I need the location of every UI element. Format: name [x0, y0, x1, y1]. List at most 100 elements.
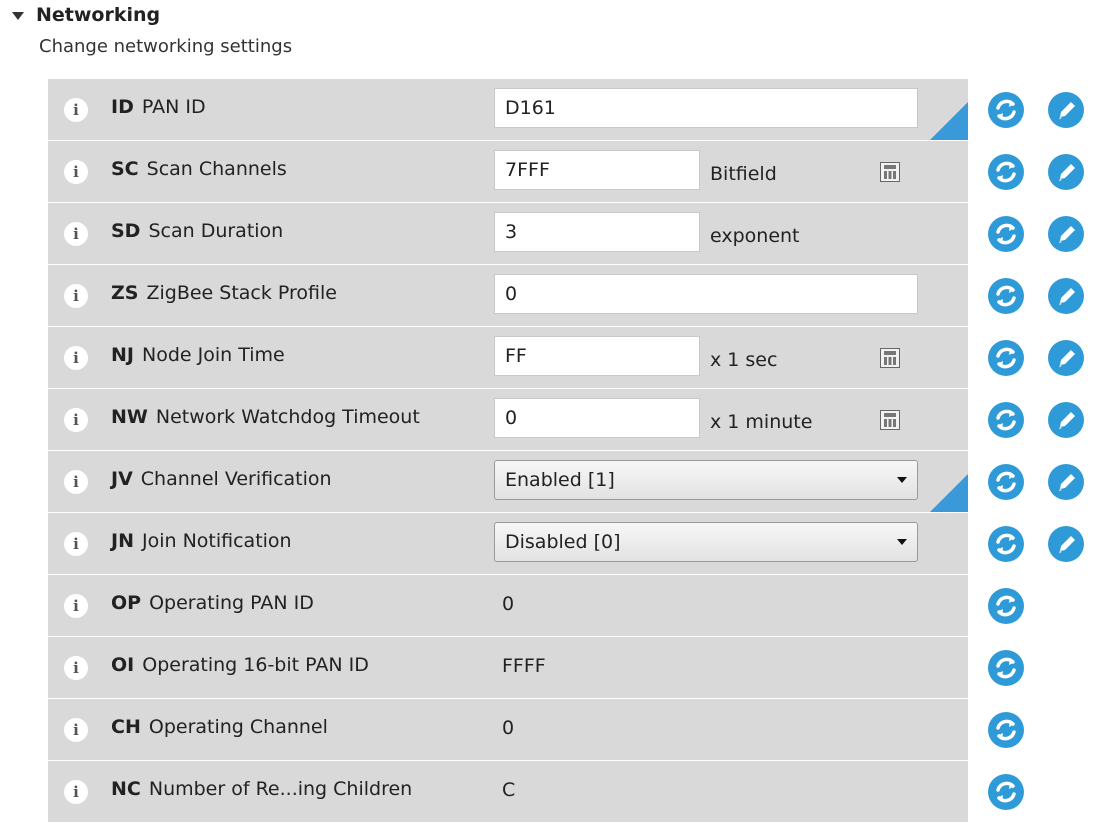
param-name: PAN ID [141, 96, 206, 118]
info-icon[interactable]: i [64, 408, 88, 432]
section-header[interactable]: Networking [12, 4, 160, 26]
setting-row-nw: i NW Network Watchdog Timeout 0 x 1 minute [48, 389, 968, 451]
param-name: Channel Verification [140, 468, 332, 490]
setting-row-ch: i CH Operating Channel 0 [48, 699, 968, 761]
refresh-icon[interactable] [988, 340, 1024, 376]
param-label: OP Operating PAN ID [111, 592, 314, 614]
setting-row-jn: i JN Join Notification Disabled [0] [48, 513, 968, 575]
write-icon[interactable] [1048, 278, 1084, 314]
setting-row-nc: i NC Number of Re...ing Children C [48, 761, 968, 823]
param-code: CH [111, 716, 141, 738]
info-icon[interactable]: i [64, 160, 88, 184]
param-code: ZS [111, 282, 139, 304]
value-input[interactable]: 0 [494, 398, 700, 438]
refresh-icon[interactable] [988, 650, 1024, 686]
param-name: Number of Re...ing Children [148, 778, 413, 800]
unit-label: x 1 sec [710, 349, 778, 371]
param-name: Operating 16-bit PAN ID [142, 654, 369, 676]
unit-label: exponent [710, 225, 800, 247]
unit-label: Bitfield [710, 163, 777, 185]
param-name: Scan Channels [146, 158, 287, 180]
calculator-icon[interactable] [880, 348, 900, 368]
write-icon[interactable] [1048, 92, 1084, 128]
refresh-icon[interactable] [988, 402, 1024, 438]
write-icon[interactable] [1048, 154, 1084, 190]
readonly-value: FFFF [502, 655, 546, 677]
collapse-triangle-icon[interactable] [12, 12, 24, 20]
param-code: SD [111, 220, 141, 242]
info-icon[interactable]: i [64, 594, 88, 618]
param-code: NC [111, 778, 141, 800]
param-code: OP [111, 592, 142, 614]
refresh-icon[interactable] [988, 154, 1024, 190]
refresh-icon[interactable] [988, 278, 1024, 314]
value-input[interactable]: 0 [494, 274, 918, 314]
refresh-icon[interactable] [988, 464, 1024, 500]
param-label: NC Number of Re...ing Children [111, 778, 412, 800]
refresh-icon[interactable] [988, 92, 1024, 128]
chevron-down-icon [897, 477, 907, 483]
info-icon[interactable]: i [64, 470, 88, 494]
value-select[interactable]: Disabled [0] [494, 522, 918, 562]
info-icon[interactable]: i [64, 222, 88, 246]
chevron-down-icon [897, 539, 907, 545]
section-subtitle: Change networking settings [39, 36, 293, 57]
value-input[interactable]: 7FFF [494, 150, 700, 190]
info-icon[interactable]: i [64, 98, 88, 122]
value-input[interactable]: 3 [494, 212, 700, 252]
info-icon[interactable]: i [64, 780, 88, 804]
param-name: Node Join Time [141, 344, 285, 366]
param-label: ZS ZigBee Stack Profile [111, 282, 337, 304]
param-label: NJ Node Join Time [111, 344, 285, 366]
param-label: JN Join Notification [111, 530, 292, 552]
info-icon[interactable]: i [64, 284, 88, 308]
write-icon[interactable] [1048, 464, 1084, 500]
modified-indicator [930, 102, 968, 140]
refresh-icon[interactable] [988, 526, 1024, 562]
param-code: ID [111, 96, 134, 118]
param-label: NW Network Watchdog Timeout [111, 406, 420, 428]
readonly-value: C [502, 779, 516, 801]
param-label: SD Scan Duration [111, 220, 283, 242]
info-icon[interactable]: i [64, 656, 88, 680]
unit-label: x 1 minute [710, 411, 813, 433]
refresh-icon[interactable] [988, 216, 1024, 252]
section-title: Networking [36, 4, 161, 26]
value-input[interactable]: FF [494, 336, 700, 376]
calculator-icon[interactable] [880, 410, 900, 430]
setting-row-zs: i ZS ZigBee Stack Profile 0 [48, 265, 968, 327]
param-name: Join Notification [141, 530, 292, 552]
refresh-icon[interactable] [988, 774, 1024, 810]
value-select[interactable]: Enabled [1] [494, 460, 918, 500]
param-label: SC Scan Channels [111, 158, 287, 180]
param-code: OI [111, 654, 135, 676]
setting-row-nj: i NJ Node Join Time FF x 1 sec [48, 327, 968, 389]
info-icon[interactable]: i [64, 346, 88, 370]
select-value: Disabled [0] [505, 531, 621, 553]
param-code: NJ [111, 344, 134, 366]
value-input[interactable]: D161 [494, 88, 918, 128]
param-code: JN [111, 530, 134, 552]
setting-row-sd: i SD Scan Duration 3 exponent [48, 203, 968, 265]
setting-row-oi: i OI Operating 16-bit PAN ID FFFF [48, 637, 968, 699]
calculator-icon[interactable] [880, 162, 900, 182]
refresh-icon[interactable] [988, 588, 1024, 624]
param-label: JV Channel Verification [111, 468, 332, 490]
refresh-icon[interactable] [988, 712, 1024, 748]
setting-row-op: i OP Operating PAN ID 0 [48, 575, 968, 637]
modified-indicator [930, 474, 968, 512]
write-icon[interactable] [1048, 340, 1084, 376]
write-icon[interactable] [1048, 526, 1084, 562]
info-icon[interactable]: i [64, 718, 88, 742]
readonly-value: 0 [502, 717, 515, 739]
param-name: Scan Duration [148, 220, 284, 242]
param-name: Operating PAN ID [149, 592, 314, 614]
setting-row-sc: i SC Scan Channels 7FFF Bitfield [48, 141, 968, 203]
write-icon[interactable] [1048, 402, 1084, 438]
info-icon[interactable]: i [64, 532, 88, 556]
param-code: JV [111, 468, 133, 490]
setting-row-id: i ID PAN ID D161 [48, 79, 968, 141]
select-value: Enabled [1] [505, 469, 615, 491]
param-name: Operating Channel [148, 716, 328, 738]
write-icon[interactable] [1048, 216, 1084, 252]
